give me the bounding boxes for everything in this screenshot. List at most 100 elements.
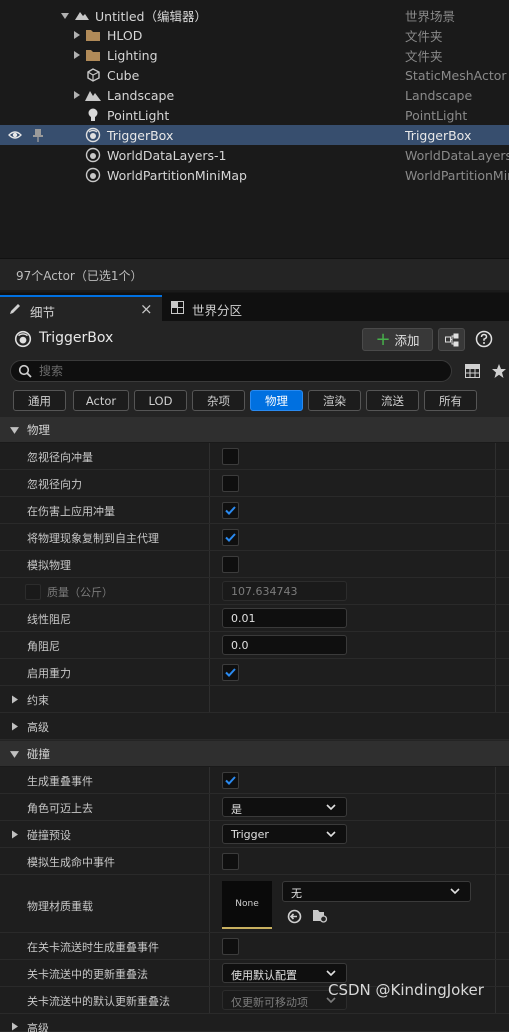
group-advanced[interactable]: 高级 [0, 713, 509, 740]
collision-preset-dropdown[interactable]: Trigger [222, 824, 347, 844]
outliner-row-hlod[interactable]: HLOD 文件夹 [0, 25, 509, 45]
prop-linear-damping: 线性阻尼 0.01 [0, 605, 509, 632]
outliner-row-triggerbox[interactable]: TriggerBox TriggerBox [0, 125, 509, 145]
prop-label: 质量（公斤） [47, 586, 113, 599]
collapse-arrow-icon [12, 695, 18, 704]
prop-label: 角阻尼 [27, 640, 60, 653]
category-misc[interactable]: 杂项 [192, 390, 245, 411]
angular-damping-input[interactable]: 0.0 [222, 635, 347, 655]
category-lod[interactable]: LOD [134, 390, 187, 411]
category-all[interactable]: 所有 [424, 390, 477, 411]
update-overlaps-dropdown[interactable]: 使用默认配置 [222, 963, 347, 983]
outliner-type: StaticMeshActor [405, 67, 507, 83]
column-divider [209, 848, 210, 874]
outliner-type: 文件夹 [405, 28, 443, 44]
collapse-arrow-icon[interactable] [11, 830, 19, 839]
search-icon [18, 364, 32, 378]
collapse-arrow-icon [12, 722, 18, 731]
checkbox-unchecked[interactable] [222, 556, 239, 573]
chevron-down-icon [450, 888, 460, 895]
outliner-row-worlddatalayers[interactable]: WorldDataLayers-1 WorldDataLayers [0, 145, 509, 165]
checkbox-unchecked[interactable] [222, 475, 239, 492]
pin-icon[interactable] [32, 128, 44, 142]
favorite-star-icon[interactable] [491, 363, 507, 379]
world-icon [75, 12, 89, 20]
blueprint-button[interactable] [438, 328, 465, 351]
outliner-name: HLOD [107, 27, 143, 43]
group-advanced-collision[interactable]: 高级 [0, 1014, 509, 1032]
expand-arrow-icon[interactable] [61, 12, 69, 20]
outliner-name: Cube [107, 67, 140, 83]
column-divider [209, 443, 210, 469]
category-streaming[interactable]: 流送 [366, 390, 419, 411]
column-divider [495, 848, 496, 874]
category-rendering[interactable]: 渲染 [308, 390, 361, 411]
outliner-row-untitled[interactable]: Untitled（编辑器） 世界场景 [0, 5, 509, 25]
help-icon[interactable] [475, 330, 493, 348]
collapse-arrow-icon[interactable] [73, 91, 81, 99]
tab-details[interactable]: 细节 × [0, 295, 162, 321]
linear-damping-input[interactable]: 0.01 [222, 608, 347, 628]
column-divider [495, 767, 496, 793]
prop-label: 关卡流送中的更新重叠法 [27, 968, 148, 981]
mass-override-checkbox[interactable] [25, 584, 41, 600]
material-thumbnail[interactable]: None [222, 881, 272, 929]
tab-world-partition[interactable]: 世界分区 [166, 295, 326, 321]
dropdown-value: 仅更新可移动项 [231, 996, 308, 1009]
outliner-row-minimap[interactable]: WorldPartitionMiniMap WorldPartitionMini… [0, 165, 509, 185]
prop-enable-gravity: 启用重力 [0, 659, 509, 686]
checkmark-icon [225, 776, 236, 785]
group-constraints[interactable]: 约束 [0, 686, 509, 713]
column-divider [209, 875, 210, 932]
section-physics[interactable]: 物理 [0, 417, 509, 443]
outliner-row-cube[interactable]: Cube StaticMeshActor [0, 65, 509, 85]
outliner-row-lighting[interactable]: Lighting 文件夹 [0, 45, 509, 65]
category-physics[interactable]: 物理 [250, 390, 303, 411]
collapse-arrow-icon[interactable] [73, 31, 81, 39]
prop-generate-overlap-events: 生成重叠事件 [0, 767, 509, 794]
prop-label: 忽视径向力 [27, 478, 82, 491]
close-tab-icon[interactable]: × [140, 300, 153, 318]
checkmark-icon [225, 506, 236, 515]
checkbox-checked[interactable] [222, 772, 239, 789]
column-divider [209, 470, 210, 496]
property-matrix-icon[interactable] [465, 364, 480, 378]
collapse-arrow-icon[interactable] [73, 51, 81, 59]
outliner-type: WorldPartitionMiniMap [405, 167, 509, 183]
minimap-icon [85, 167, 101, 183]
outliner-row-landscape[interactable]: Landscape Landscape [0, 85, 509, 105]
trigger-box-icon [85, 127, 101, 143]
outliner-name: Lighting [107, 47, 158, 63]
checkbox-unchecked[interactable] [222, 938, 239, 955]
prop-label: 关卡流送中的默认更新重叠法 [27, 995, 170, 1008]
grid-icon [171, 301, 184, 314]
reset-arrow-icon[interactable] [287, 909, 302, 924]
prop-label: 在关卡流送时生成重叠事件 [27, 941, 159, 954]
checkbox-unchecked[interactable] [222, 448, 239, 465]
outliner-row-pointlight[interactable]: PointLight PointLight [0, 105, 509, 125]
column-divider [209, 960, 210, 986]
browse-folder-icon[interactable] [312, 908, 328, 924]
section-collision[interactable]: 碰撞 [0, 741, 509, 767]
prop-can-character-step-up: 角色可迈上去 是 [0, 794, 509, 821]
category-actor[interactable]: Actor [73, 390, 129, 411]
search-bar[interactable] [10, 360, 452, 382]
add-component-button[interactable]: + 添加 [362, 328, 433, 351]
outliner-name: Landscape [107, 87, 175, 103]
tab-world-partition-label: 世界分区 [192, 303, 243, 318]
visibility-eye-icon[interactable] [8, 128, 22, 142]
checkbox-checked[interactable] [222, 529, 239, 546]
phys-material-dropdown[interactable]: 无 [282, 881, 471, 902]
column-divider [209, 605, 210, 631]
watermark: CSDN @KindingJoker [328, 981, 484, 999]
mass-input[interactable]: 107.634743 [222, 581, 347, 601]
prop-simulate-physics: 模拟物理 [0, 551, 509, 578]
step-up-dropdown[interactable]: 是 [222, 797, 347, 817]
search-input[interactable] [39, 363, 439, 379]
checkbox-unchecked[interactable] [222, 853, 239, 870]
category-general[interactable]: 通用 [13, 390, 66, 411]
column-divider [209, 551, 210, 577]
checkbox-checked[interactable] [222, 502, 239, 519]
column-divider [495, 524, 496, 550]
checkbox-checked[interactable] [222, 664, 239, 681]
